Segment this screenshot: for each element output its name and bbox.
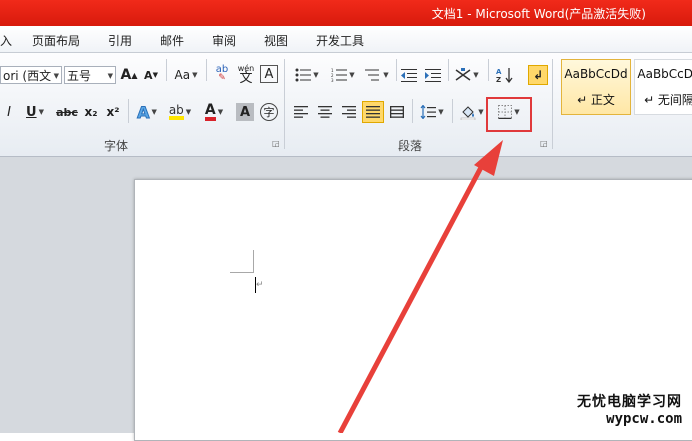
- watermark-line2: wypcw.com: [606, 411, 682, 427]
- watermark-line1: 无忧电脑学习网: [577, 394, 682, 410]
- annotation-arrow-icon: [337, 140, 503, 433]
- site-watermark: 无忧电脑学习网 wypcw.com: [577, 391, 682, 427]
